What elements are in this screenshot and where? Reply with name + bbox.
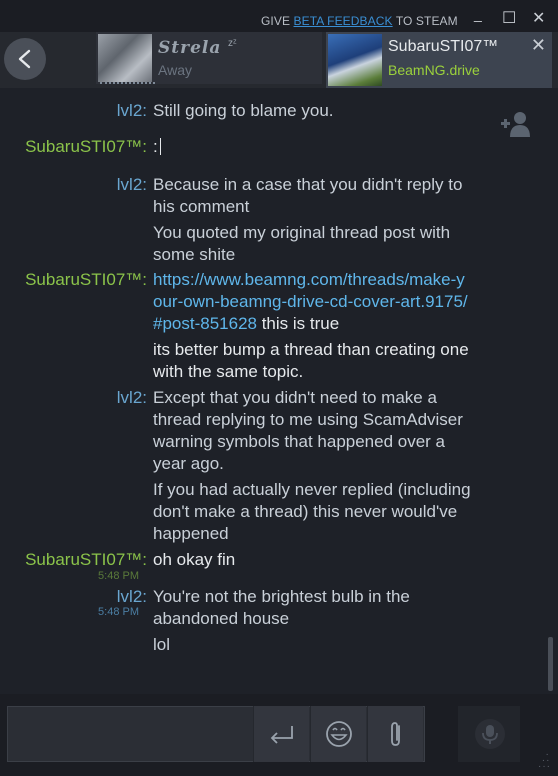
back-button[interactable] — [4, 38, 46, 80]
close-window-button[interactable]: ✕ — [532, 8, 545, 28]
message-sender[interactable]: lvl2: — [117, 387, 147, 409]
message-line: Because in a case that you didn't reply … — [153, 175, 463, 216]
message-line: : — [153, 137, 158, 156]
message-body: Still going to blame you. — [153, 100, 473, 122]
message-sender[interactable]: lvl2: — [117, 174, 147, 196]
message-line: Except that you didn't need to make a th… — [153, 388, 463, 473]
message-body: : — [153, 136, 473, 158]
message-timestamp: 5:48 PM — [98, 606, 139, 618]
chat-tab-subaru[interactable]: SubaruSTI07™ BeamNG.drive ✕ — [326, 32, 552, 88]
message-composer — [0, 694, 558, 776]
message-sender[interactable]: lvl2: — [117, 586, 147, 608]
add-friend-button[interactable] — [498, 110, 538, 140]
chat-log: lvl2: Still going to blame you. SubaruST… — [0, 88, 548, 694]
link-suffix: this is true — [256, 314, 340, 333]
enter-icon — [270, 726, 293, 744]
message-line: oh okay fin — [153, 550, 236, 569]
minimize-button[interactable]: _ — [474, 6, 482, 22]
title-bar: GIVE BETA FEEDBACK TO STEAM _ ☐ ✕ — [0, 0, 558, 32]
message-body: oh okay fin — [153, 549, 473, 571]
message-body: https://www.beamng.com/threads/make-your… — [153, 269, 473, 383]
text-cursor — [159, 138, 161, 155]
feedback-suffix: TO STEAM — [392, 14, 458, 28]
emoji-button[interactable] — [310, 706, 366, 762]
avatar — [328, 34, 382, 86]
message-line: You're not the brightest bulb in the aba… — [153, 587, 410, 628]
tab-game-status: BeamNG.drive — [388, 62, 480, 78]
maximize-button[interactable]: ☐ — [502, 8, 516, 28]
chat-tab-strela[interactable]: Strela zᶻ Away — [96, 32, 322, 84]
message-body: Because in a case that you didn't reply … — [153, 174, 473, 266]
paperclip-icon — [391, 722, 400, 746]
beta-feedback-link[interactable]: BETA FEEDBACK — [294, 14, 393, 28]
close-tab-button[interactable]: ✕ — [531, 35, 546, 56]
message-line: lol — [153, 635, 171, 654]
tab-friend-name: Strela — [158, 38, 222, 58]
message-line: Still going to blame you. — [153, 101, 334, 120]
feedback-prefix: GIVE — [261, 14, 294, 28]
chat-tab-bar: Strela zᶻ Away SubaruSTI07™ BeamNG.drive… — [0, 32, 558, 88]
message-line: You quoted my original thread post with … — [153, 223, 451, 264]
resize-grip[interactable]: · ·· ··· — [538, 750, 551, 772]
scrollbar-thumb[interactable] — [548, 637, 553, 691]
tab-friend-name: SubaruSTI07™ — [388, 38, 499, 55]
chat-scrollbar[interactable] — [548, 88, 558, 694]
message-body: Except that you didn't need to make a th… — [153, 387, 473, 545]
message-line: If you had actually never replied (inclu… — [153, 480, 471, 543]
sleeping-icon: zᶻ — [228, 38, 237, 49]
attach-button[interactable] — [367, 706, 423, 762]
microphone-icon — [475, 719, 505, 749]
message-sender[interactable]: lvl2: — [117, 100, 147, 122]
voice-button[interactable] — [458, 706, 520, 762]
message-line: its better bump a thread than creating o… — [153, 340, 469, 381]
message-timestamp: 5:48 PM — [98, 570, 139, 582]
add-friend-icon — [501, 112, 530, 137]
tab-friend-status: Away — [158, 62, 192, 78]
emoji-icon — [326, 721, 352, 747]
chevron-left-icon — [18, 49, 31, 69]
message-sender[interactable]: SubaruSTI07™: — [25, 136, 147, 158]
beta-feedback-text: GIVE BETA FEEDBACK TO STEAM — [261, 14, 458, 28]
message-sender[interactable]: SubaruSTI07™: — [25, 549, 147, 571]
message-sender[interactable]: SubaruSTI07™: — [25, 269, 147, 291]
unread-indicator — [100, 79, 155, 84]
message-line: https://www.beamng.com/threads/make-your… — [153, 269, 471, 335]
message-body: You're not the brightest bulb in the aba… — [153, 586, 473, 656]
avatar — [98, 34, 152, 82]
send-button[interactable] — [253, 706, 309, 762]
